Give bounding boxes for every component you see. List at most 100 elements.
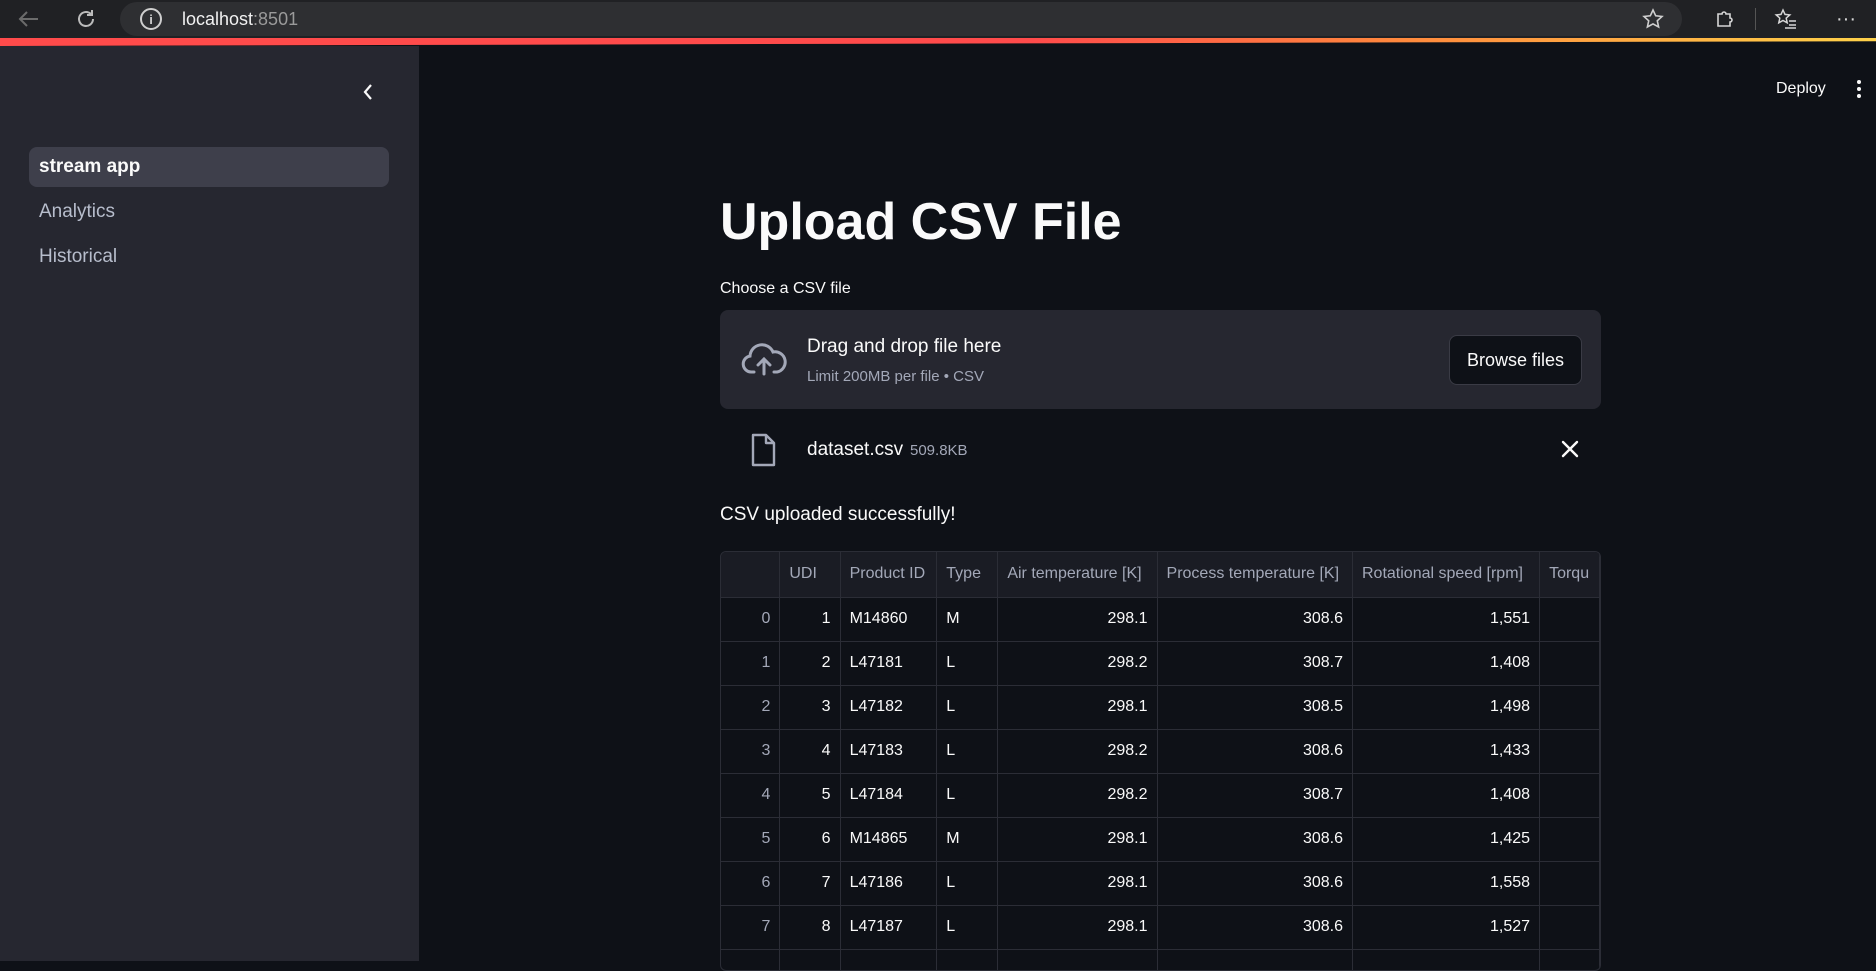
browse-files-button[interactable]: Browse files bbox=[1449, 335, 1582, 385]
table-cell[interactable]: L47184 bbox=[840, 773, 938, 818]
table-cell[interactable]: 308.7 bbox=[1157, 773, 1354, 818]
column-header[interactable]: Torqu bbox=[1539, 552, 1600, 598]
table-cell[interactable]: 298.2 bbox=[997, 729, 1158, 774]
table-cell[interactable]: 308.5 bbox=[1157, 685, 1354, 730]
table-cell[interactable] bbox=[1539, 905, 1600, 950]
table-cell[interactable]: 5 bbox=[779, 773, 841, 818]
table-cell[interactable]: L bbox=[936, 905, 999, 950]
table-cell[interactable]: 298.2 bbox=[997, 773, 1158, 818]
deploy-button[interactable]: Deploy bbox=[1776, 80, 1826, 98]
column-header[interactable]: UDI bbox=[779, 552, 841, 598]
table-row: 0 1 M14860 M 298.1 308.6 1,551 bbox=[721, 597, 1600, 642]
table-cell[interactable]: L bbox=[936, 685, 999, 730]
table-cell[interactable]: 1,551 bbox=[1352, 597, 1541, 642]
row-index[interactable]: 3 bbox=[721, 729, 781, 774]
table-cell[interactable]: 3 bbox=[779, 685, 841, 730]
table-cell[interactable] bbox=[1539, 949, 1600, 970]
table-cell[interactable] bbox=[1352, 949, 1541, 970]
table-cell[interactable]: 1,558 bbox=[1352, 861, 1541, 906]
site-info-icon[interactable]: i bbox=[140, 8, 162, 30]
table-cell[interactable]: 308.7 bbox=[1157, 641, 1354, 686]
table-cell[interactable]: 298.1 bbox=[997, 685, 1158, 730]
row-index[interactable] bbox=[721, 949, 781, 970]
table-cell[interactable] bbox=[1539, 773, 1600, 818]
row-index[interactable]: 2 bbox=[721, 685, 781, 730]
table-cell[interactable]: L bbox=[936, 729, 999, 774]
sidebar-item-analytics[interactable]: Analytics bbox=[29, 192, 389, 232]
table-cell[interactable] bbox=[1539, 641, 1600, 686]
table-row: 1 2 L47181 L 298.2 308.7 1,408 bbox=[721, 641, 1600, 686]
table-cell[interactable]: L bbox=[936, 773, 999, 818]
table-cell[interactable]: 298.2 bbox=[997, 641, 1158, 686]
table-cell[interactable]: L47186 bbox=[840, 861, 938, 906]
favorite-star-icon[interactable] bbox=[1642, 8, 1664, 35]
table-cell[interactable]: 1,527 bbox=[1352, 905, 1541, 950]
column-header[interactable]: Product ID bbox=[840, 552, 938, 598]
table-cell[interactable]: L bbox=[936, 861, 999, 906]
collapse-sidebar-button[interactable] bbox=[356, 80, 380, 104]
dataframe-table[interactable]: UDI Product ID Type Air temperature [K] Proc… bbox=[720, 551, 1601, 971]
row-index[interactable]: 7 bbox=[721, 905, 781, 950]
table-cell[interactable]: L47183 bbox=[840, 729, 938, 774]
table-cell[interactable]: 8 bbox=[779, 905, 841, 950]
table-cell[interactable]: M14860 bbox=[840, 597, 938, 642]
table-cell[interactable] bbox=[1157, 949, 1354, 970]
table-cell[interactable]: L bbox=[936, 641, 999, 686]
table-cell[interactable] bbox=[936, 949, 999, 970]
table-cell[interactable]: L47181 bbox=[840, 641, 938, 686]
main-menu-icon[interactable] bbox=[1856, 80, 1862, 98]
table-cell[interactable]: M bbox=[936, 817, 999, 862]
table-cell[interactable]: 1 bbox=[779, 597, 841, 642]
table-cell[interactable]: 7 bbox=[779, 861, 841, 906]
table-cell[interactable]: 1,433 bbox=[1352, 729, 1541, 774]
column-header[interactable]: Air temperature [K] bbox=[997, 552, 1158, 598]
sidebar-item-historical[interactable]: Historical bbox=[29, 237, 389, 277]
table-cell[interactable]: L47182 bbox=[840, 685, 938, 730]
table-cell[interactable]: 298.1 bbox=[997, 905, 1158, 950]
table-cell[interactable] bbox=[997, 949, 1158, 970]
table-cell[interactable]: 2 bbox=[779, 641, 841, 686]
table-cell[interactable] bbox=[1539, 685, 1600, 730]
file-dropzone[interactable]: Drag and drop file here Limit 200MB per … bbox=[720, 310, 1601, 409]
table-cell[interactable] bbox=[1539, 817, 1600, 862]
row-index[interactable]: 4 bbox=[721, 773, 781, 818]
table-cell[interactable] bbox=[1539, 861, 1600, 906]
table-cell[interactable] bbox=[1539, 597, 1600, 642]
extensions-icon[interactable] bbox=[1695, 0, 1755, 38]
table-cell[interactable]: 308.6 bbox=[1157, 905, 1354, 950]
table-cell[interactable] bbox=[1539, 729, 1600, 774]
table-cell[interactable]: 4 bbox=[779, 729, 841, 774]
table-cell[interactable]: 6 bbox=[779, 817, 841, 862]
more-options-icon[interactable]: ··· bbox=[1816, 0, 1876, 38]
table-cell[interactable]: 308.6 bbox=[1157, 597, 1354, 642]
table-cell[interactable]: 1,408 bbox=[1352, 641, 1541, 686]
column-header[interactable]: Type bbox=[936, 552, 999, 598]
column-header[interactable]: Process temperature [K] bbox=[1157, 552, 1354, 598]
table-cell[interactable]: 298.1 bbox=[997, 597, 1158, 642]
row-index[interactable]: 1 bbox=[721, 641, 781, 686]
row-index[interactable]: 0 bbox=[721, 597, 781, 642]
table-cell[interactable]: M bbox=[936, 597, 999, 642]
table-cell[interactable]: 308.6 bbox=[1157, 817, 1354, 862]
address-bar[interactable]: i localhost:8501 bbox=[120, 2, 1682, 36]
table-cell[interactable]: L47187 bbox=[840, 905, 938, 950]
favorites-icon[interactable] bbox=[1756, 0, 1816, 38]
row-index[interactable]: 5 bbox=[721, 817, 781, 862]
table-cell[interactable]: 1,408 bbox=[1352, 773, 1541, 818]
sidebar-item-stream-app[interactable]: stream app bbox=[29, 147, 389, 187]
table-cell[interactable]: M14865 bbox=[840, 817, 938, 862]
table-cell[interactable]: 1,425 bbox=[1352, 817, 1541, 862]
reload-button[interactable] bbox=[66, 0, 106, 38]
back-button[interactable] bbox=[8, 0, 48, 38]
column-header[interactable]: Rotational speed [rpm] bbox=[1352, 552, 1541, 598]
table-cell[interactable] bbox=[779, 949, 841, 970]
close-icon[interactable] bbox=[1558, 437, 1582, 461]
row-index[interactable]: 6 bbox=[721, 861, 781, 906]
table-cell[interactable] bbox=[840, 949, 938, 970]
table-cell[interactable]: 308.6 bbox=[1157, 861, 1354, 906]
table-cell[interactable]: 298.1 bbox=[997, 861, 1158, 906]
table-row bbox=[721, 949, 1600, 970]
table-cell[interactable]: 1,498 bbox=[1352, 685, 1541, 730]
table-cell[interactable]: 298.1 bbox=[997, 817, 1158, 862]
table-cell[interactable]: 308.6 bbox=[1157, 729, 1354, 774]
